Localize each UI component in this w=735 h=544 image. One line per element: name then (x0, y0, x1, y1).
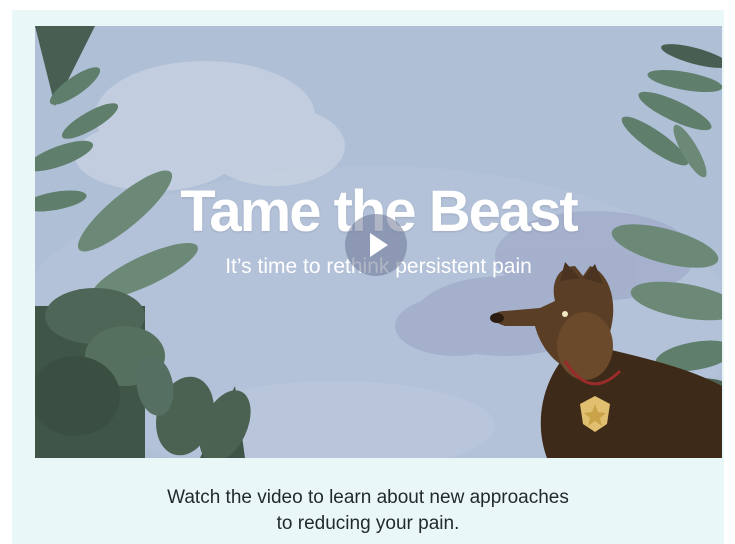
video-card: Tame the Beast It’s time to rethink pers… (12, 10, 724, 544)
video-player[interactable]: Tame the Beast It’s time to rethink pers… (35, 26, 722, 458)
video-caption: Watch the video to learn about new appro… (12, 485, 724, 537)
play-icon (370, 233, 388, 257)
play-button[interactable] (345, 214, 407, 276)
caption-line-1: Watch the video to learn about new appro… (167, 487, 569, 508)
caption-line-2: to reducing your pain. (276, 513, 460, 534)
